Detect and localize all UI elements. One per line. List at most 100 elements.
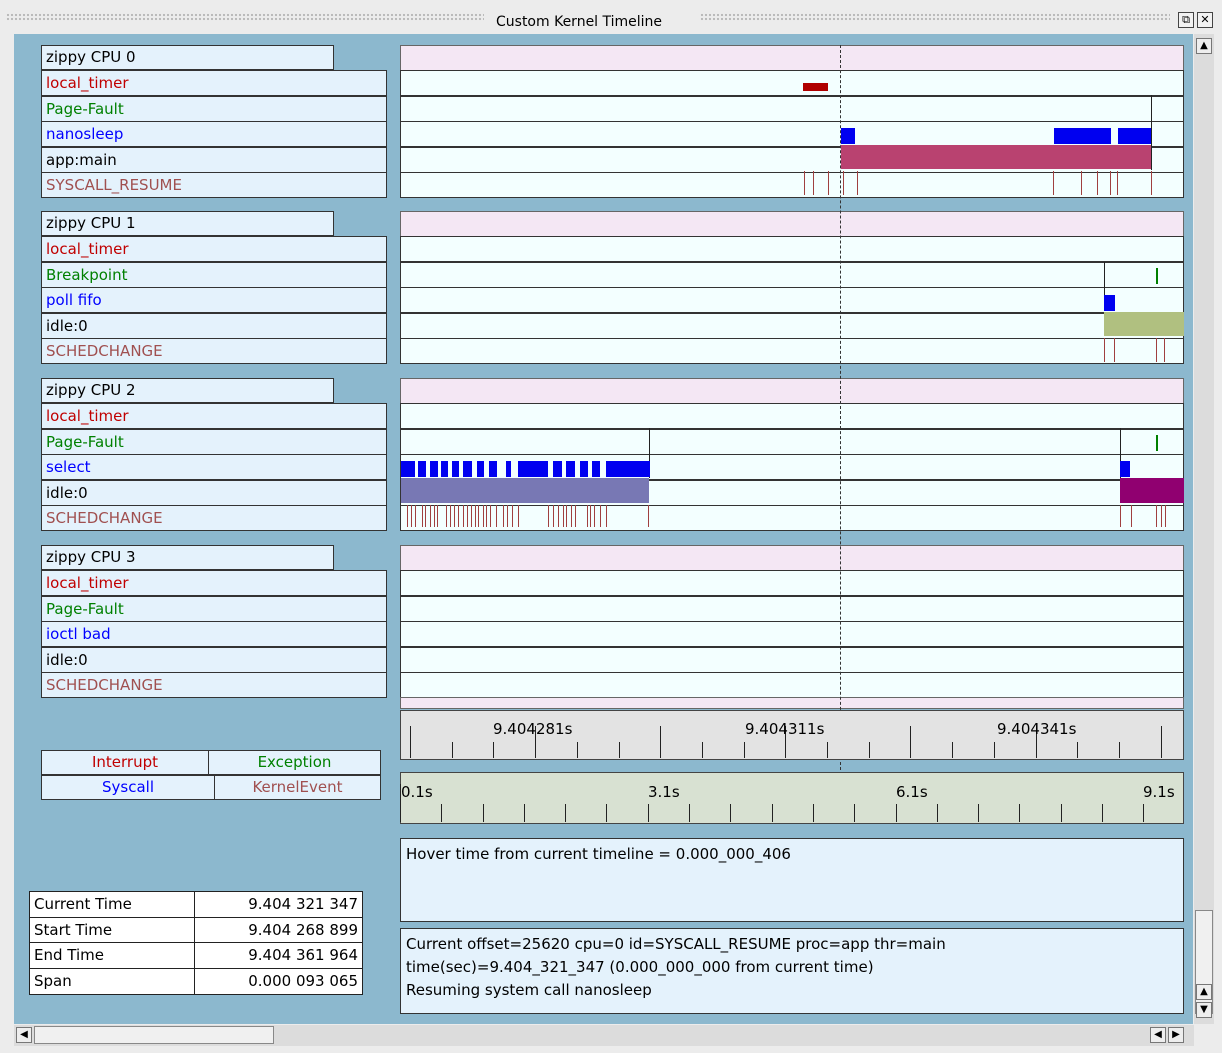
scroll-down-icon[interactable]: ▼ <box>1196 1002 1212 1018</box>
event-type-label[interactable]: Page-Fault <box>41 595 387 622</box>
event-marker <box>507 505 508 527</box>
cpu-group-header[interactable]: zippy CPU 0 <box>41 45 334 70</box>
stat-value: 0.000 093 065 <box>194 968 363 996</box>
scroll-right-icon[interactable]: ▶ <box>1168 1027 1184 1043</box>
syscall-event-bar <box>1104 295 1115 311</box>
title-grip-left <box>6 13 484 21</box>
event-marker <box>422 505 423 527</box>
ruler-tick <box>702 742 703 758</box>
scroll-up-small-icon[interactable]: ▲ <box>1196 984 1212 1000</box>
scroll-left-small-icon[interactable]: ◀ <box>1150 1027 1166 1043</box>
event-marker <box>1081 171 1082 195</box>
syscall-event-bar <box>1054 128 1111 144</box>
event-type-label[interactable]: app:main <box>41 146 387 173</box>
event-type-label[interactable]: idle:0 <box>41 312 387 339</box>
legend-kernel-event-label: KernelEvent <box>252 778 343 796</box>
syscall-event-bar <box>1118 128 1151 144</box>
event-type-label[interactable]: poll fifo <box>41 287 387 314</box>
event-marker <box>553 505 554 527</box>
event-marker <box>1151 95 1152 170</box>
restore-icon[interactable]: ⧉ <box>1178 12 1194 28</box>
event-marker <box>1104 338 1105 362</box>
stat-label: Span <box>29 968 195 996</box>
event-type-label[interactable]: local_timer <box>41 70 387 96</box>
event-marker <box>587 505 588 527</box>
ruler-tick <box>606 804 607 822</box>
ruler-tick <box>937 804 938 822</box>
window-title: Custom Kernel Timeline <box>496 14 663 30</box>
cpu-group-header[interactable]: zippy CPU 1 <box>41 211 334 236</box>
event-type-label[interactable]: idle:0 <box>41 479 387 506</box>
timeline-lane <box>400 172 1184 199</box>
hover-time-text: Hover time from current timeline = 0.000… <box>406 845 791 863</box>
vertical-scrollbar[interactable]: ▲ ▲ ▼ <box>1194 34 1214 1024</box>
event-marker <box>475 505 476 527</box>
event-type-label[interactable]: Breakpoint <box>41 261 387 288</box>
event-type-label[interactable]: local_timer <box>41 570 387 596</box>
event-marker <box>434 505 435 527</box>
ruler-tick <box>441 804 442 822</box>
timeline-lane <box>400 261 1184 288</box>
ruler-tick <box>1143 804 1144 822</box>
ruler-tick <box>1161 726 1162 758</box>
ruler-tick <box>827 742 828 758</box>
event-marker <box>571 505 572 527</box>
event-marker <box>600 505 601 527</box>
event-type-label[interactable]: SCHEDCHANGE <box>41 338 387 365</box>
timeline-lane <box>400 428 1184 455</box>
coarse-time-ruler[interactable] <box>400 772 1184 824</box>
event-marker <box>1164 338 1165 362</box>
timeline-lane <box>400 70 1184 96</box>
event-type-label[interactable]: SYSCALL_RESUME <box>41 172 387 199</box>
ruler-tick <box>410 726 411 758</box>
horizontal-scroll-thumb[interactable] <box>34 1026 274 1044</box>
idle-run-bar <box>401 478 649 503</box>
ruler-tick <box>813 804 814 822</box>
scroll-up-icon[interactable]: ▲ <box>1196 38 1212 54</box>
ruler-tick-label: 9.1s <box>1143 783 1175 801</box>
stat-value: 9.404 268 899 <box>194 916 363 944</box>
event-type-label[interactable]: local_timer <box>41 403 387 429</box>
ruler-tick-label: 9.404281s <box>493 720 573 738</box>
hover-info-box: Hover time from current timeline = 0.000… <box>400 838 1184 922</box>
title-grip-right <box>700 13 1170 21</box>
event-type-label[interactable]: SCHEDCHANGE <box>41 672 387 699</box>
close-icon[interactable]: ✕ <box>1197 12 1213 28</box>
event-marker <box>857 171 858 195</box>
event-marker <box>483 505 484 527</box>
ruler-tick <box>994 742 995 758</box>
event-type-label[interactable]: idle:0 <box>41 646 387 673</box>
stat-value: 9.404 361 964 <box>194 942 363 970</box>
event-type-label[interactable]: nanosleep <box>41 121 387 148</box>
event-marker <box>606 505 607 527</box>
ruler-tick <box>854 804 855 822</box>
timeline-lane <box>400 595 1184 622</box>
event-type-label[interactable]: select <box>41 454 387 481</box>
event-marker <box>446 505 447 527</box>
cpu-band <box>400 45 1184 71</box>
timeline-lane <box>400 672 1184 699</box>
ruler-tick <box>1119 742 1120 758</box>
event-marker <box>450 505 451 527</box>
stat-label: End Time <box>29 942 195 970</box>
horizontal-scrollbar[interactable]: ◀ ◀ ▶ <box>14 1025 1194 1046</box>
ruler-tick <box>493 742 494 758</box>
cpu-group-header[interactable]: zippy CPU 3 <box>41 545 334 570</box>
ruler-tick <box>896 804 897 822</box>
ruler-tick <box>744 742 745 758</box>
scroll-left-icon[interactable]: ◀ <box>16 1027 32 1043</box>
event-type-label[interactable]: Page-Fault <box>41 95 387 122</box>
event-type-label[interactable]: Page-Fault <box>41 428 387 455</box>
event-type-label[interactable]: local_timer <box>41 236 387 262</box>
event-marker <box>478 505 479 527</box>
cpu-group-header[interactable]: zippy CPU 2 <box>41 378 334 403</box>
ruler-tick <box>1061 804 1062 822</box>
event-marker <box>1120 505 1121 527</box>
event-info-line: time(sec)=9.404_321_347 (0.000_000_000 f… <box>406 958 874 976</box>
event-type-label[interactable]: SCHEDCHANGE <box>41 505 387 532</box>
idle-run-bar <box>1104 312 1184 336</box>
stat-value: 9.404 321 347 <box>194 891 363 918</box>
timeline-lane <box>400 570 1184 596</box>
event-type-label[interactable]: ioctl bad <box>41 621 387 648</box>
process-run-bar <box>841 145 1151 169</box>
